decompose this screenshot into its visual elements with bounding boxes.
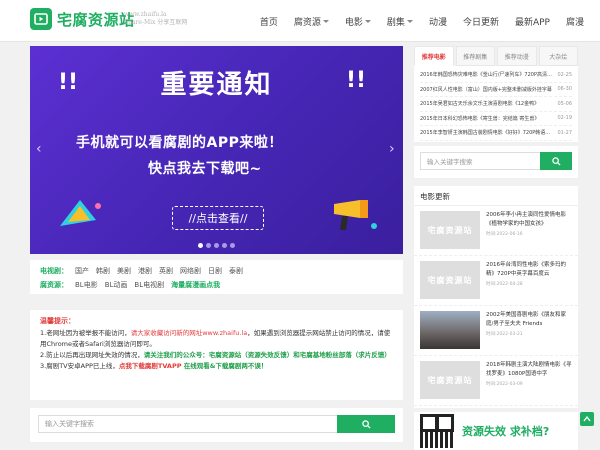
notice-paragraph-3: 3.腐剧TV安卓APP已上线，点我下载腐剧TVAPP 在线观看&下载腐剧两不误！ [40, 362, 268, 370]
category-link[interactable]: 国产 [75, 266, 89, 276]
logo-play-icon [30, 8, 52, 30]
sidebar-search-bar: 输入关键字搜索 [414, 146, 578, 178]
app-download-link[interactable]: 点我下载腐剧TVAPP [119, 362, 182, 370]
movie-title[interactable]: 2018年韩剧主演大陆剧情电影《寻找罗麦》1080P国语中字 [486, 361, 572, 379]
main-search-bar: 输入关键字搜索 [30, 408, 403, 442]
tab-recommend-movies[interactable]: 推荐电影 [414, 46, 454, 66]
logo-sub-line2: Share-Mix 分享互联网 [124, 19, 188, 26]
banner-title: 重要通知 [160, 70, 273, 100]
movie-date: 时间:2022-03-09 [486, 382, 523, 387]
carousel-dot[interactable] [214, 243, 219, 248]
category-link[interactable]: 日剧 [208, 266, 222, 276]
qr-caption[interactable]: 资源失效 求补档? [462, 423, 549, 439]
category-link[interactable]: 港剧 [138, 266, 152, 276]
category-link[interactable]: BL电影 [75, 280, 98, 290]
manga-highlight-link[interactable]: 海量腐漫画点我 [171, 280, 220, 290]
carousel-dot[interactable] [198, 243, 203, 248]
nav-fu-manga[interactable]: 腐漫 [566, 15, 584, 28]
banner-view-button[interactable]: //点击查看// [172, 206, 264, 230]
qr-feedback-strip: 资源失效 求补档? [414, 412, 578, 450]
tab-recommend-series[interactable]: 推荐剧集 [455, 46, 495, 66]
banner-line1: 手机就可以看腐剧的APP来啦！ [76, 135, 283, 151]
notice-paragraph-1: 1.老网址因为被举报不能访问，请大家收藏访问新的网址www.zhaifu.la，… [40, 329, 391, 348]
logo-subtitle: www.zhaifu.la Share-Mix 分享互联网 [124, 11, 187, 27]
movie-item[interactable]: 宅腐资源站 2006年李小冉主演同性爱情电影《植物学家的中国女孩》时间:2022… [414, 206, 578, 256]
recommend-list: 2016年韩国恐怖灾难电影《釜山行/尸速列车》720P高清中字 02-25 200… [414, 66, 578, 142]
nav-latest-app[interactable]: 最新APP [515, 15, 550, 28]
list-item[interactable]: 2015年日本科幻恐怖电影《寄生兽：完结篇 寄生兽》 02-19 [420, 112, 572, 126]
movie-date: 时间:2022-04-28 [486, 282, 523, 287]
nav-fu-resources[interactable]: 腐资源 [294, 15, 329, 28]
category-links: 电视剧： 国产 韩剧 美剧 港剧 英剧 网络剧 日剧 泰剧 腐资源： BL电影 … [30, 260, 403, 294]
category-link[interactable]: 英剧 [159, 266, 173, 276]
nav-home[interactable]: 首页 [260, 15, 278, 28]
site-header: 宅腐资源站 www.zhaifu.la Share-Mix 分享互联网 首页 腐… [0, 0, 600, 42]
site-logo[interactable]: 宅腐资源站 [30, 8, 135, 30]
category-link[interactable]: 网络剧 [180, 266, 201, 276]
banner-carousel[interactable]: !! !! 重要通知 手机就可以看腐剧的APP来啦！ 快点我去下载吧~ //点击… [30, 46, 403, 254]
back-to-top-button[interactable] [580, 412, 594, 426]
movie-item[interactable]: 2002年美国喜剧电影《朋友和家庭/男子至夫夫 Friends 时间:2022-0… [414, 306, 578, 356]
chevron-down-icon [364, 19, 371, 23]
tab-misc[interactable]: 大杂烩 [538, 46, 578, 66]
movie-title[interactable]: 2016年台湾同性电影《索多玛的精》720P中英字幕百度云 [486, 261, 572, 279]
arrow-up-icon [583, 415, 591, 422]
list-item[interactable]: 2016年韩国恐怖灾难电影《釜山行/尸速列车》720P高清中字 02-25 [420, 68, 572, 83]
search-icon [551, 156, 561, 166]
carousel-dot[interactable] [206, 243, 211, 248]
nav-series[interactable]: 剧集 [387, 15, 413, 28]
movie-thumbnail[interactable]: 宅腐资源站 [420, 211, 480, 249]
carousel-dot[interactable] [230, 243, 235, 248]
carousel-dots [30, 243, 403, 248]
movie-updates: 电影更新 宅腐资源站 2006年李小冉主演同性爱情电影《植物学家的中国女孩》时间… [414, 186, 578, 408]
movie-date: 时间:2022-03-21 [486, 332, 523, 337]
search-icon [361, 419, 371, 429]
notice-box: 温馨提示： 1.老网址因为被举报不能访问，请大家收藏访问新的网址www.zhai… [30, 310, 403, 400]
category-link[interactable]: BL电视剧 [134, 280, 164, 290]
chevron-right-icon[interactable]: › [389, 141, 399, 157]
sidebar-search-input[interactable]: 输入关键字搜索 [420, 152, 540, 170]
movie-thumbnail[interactable]: 宅腐资源站 [420, 261, 480, 299]
tv-category-label: 电视剧： [40, 267, 68, 275]
nav-movies[interactable]: 电影 [345, 15, 371, 28]
category-link[interactable]: 韩剧 [96, 266, 110, 276]
fu-category-label: 腐资源： [40, 281, 68, 289]
movie-title[interactable]: 2002年美国喜剧电影《朋友和家庭/男子至夫夫 Friends [486, 311, 572, 329]
chevron-down-icon [322, 19, 329, 23]
logo-sub-line1: www.zhaifu.la [124, 11, 167, 18]
banner-line2: 快点我去下载吧~ [148, 161, 262, 177]
movie-title[interactable]: 2006年李小冉主演同性爱情电影《植物学家的中国女孩》 [486, 211, 572, 229]
category-link[interactable]: 泰剧 [229, 266, 243, 276]
notice-title: 温馨提示： [40, 317, 75, 325]
notice-paragraph-2: 2.防止以后再出现网址失效的情况，请关注我们的公众号：宅腐资源站（资源失效反馈）… [40, 351, 391, 359]
movie-updates-heading: 电影更新 [414, 186, 578, 206]
new-url-link[interactable]: 请大家收藏访问新的网址www.zhaifu.la [131, 329, 248, 337]
carousel-dot[interactable] [222, 243, 227, 248]
movie-thumbnail[interactable] [420, 311, 480, 349]
qr-code [420, 414, 454, 448]
tab-recommend-anime[interactable]: 推荐动漫 [497, 46, 537, 66]
recommend-tabs: 推荐电影 推荐剧集 推荐动漫 大杂烩 [414, 46, 578, 66]
main-nav: 首页 腐资源 电影 剧集 动漫 今日更新 最新APP 腐漫 [260, 0, 584, 42]
movie-thumbnail[interactable]: 宅腐资源站 [420, 361, 480, 399]
chevron-left-icon[interactable]: ‹ [36, 141, 46, 157]
chevron-down-icon [406, 19, 413, 23]
category-link[interactable]: BL动画 [105, 280, 128, 290]
list-item[interactable]: 2015年李智妍主演韩国古装剧情电影《好好》720P韩语中字 01-27 [420, 126, 572, 141]
list-item[interactable]: 2007红风人性电影（富山）国内版+完整未删减版外挂字幕 06-30 [420, 83, 572, 97]
search-input[interactable]: 输入关键字搜索 [38, 415, 337, 433]
nav-today-updates[interactable]: 今日更新 [463, 15, 499, 28]
logo-text: 宅腐资源站 [57, 10, 135, 29]
megaphone-right-icon [334, 200, 377, 230]
sidebar-search-button[interactable] [540, 152, 572, 170]
movie-item[interactable]: 宅腐资源站 2016年台湾同性电影《索多玛的精》720P中英字幕百度云时间:20… [414, 256, 578, 306]
list-item[interactable]: 2015年吴君如古天乐余文乐主演喜剧电影《12金鸭》 05-06 [420, 97, 572, 112]
search-button[interactable] [337, 415, 395, 433]
nav-anime[interactable]: 动漫 [429, 15, 447, 28]
movie-date: 时间:2022-06-16 [486, 232, 523, 237]
movie-item[interactable]: 宅腐资源站 2018年韩剧主演大陆剧情电影《寻找罗麦》1080P国语中字时间:2… [414, 356, 578, 406]
wechat-account-text: 请关注我们的公众号：宅腐资源站（资源失效反馈）和宅腐基地粉丝部落（求片反馈） [143, 351, 391, 359]
category-link[interactable]: 美剧 [117, 266, 131, 276]
megaphone-left-icon [60, 200, 101, 226]
